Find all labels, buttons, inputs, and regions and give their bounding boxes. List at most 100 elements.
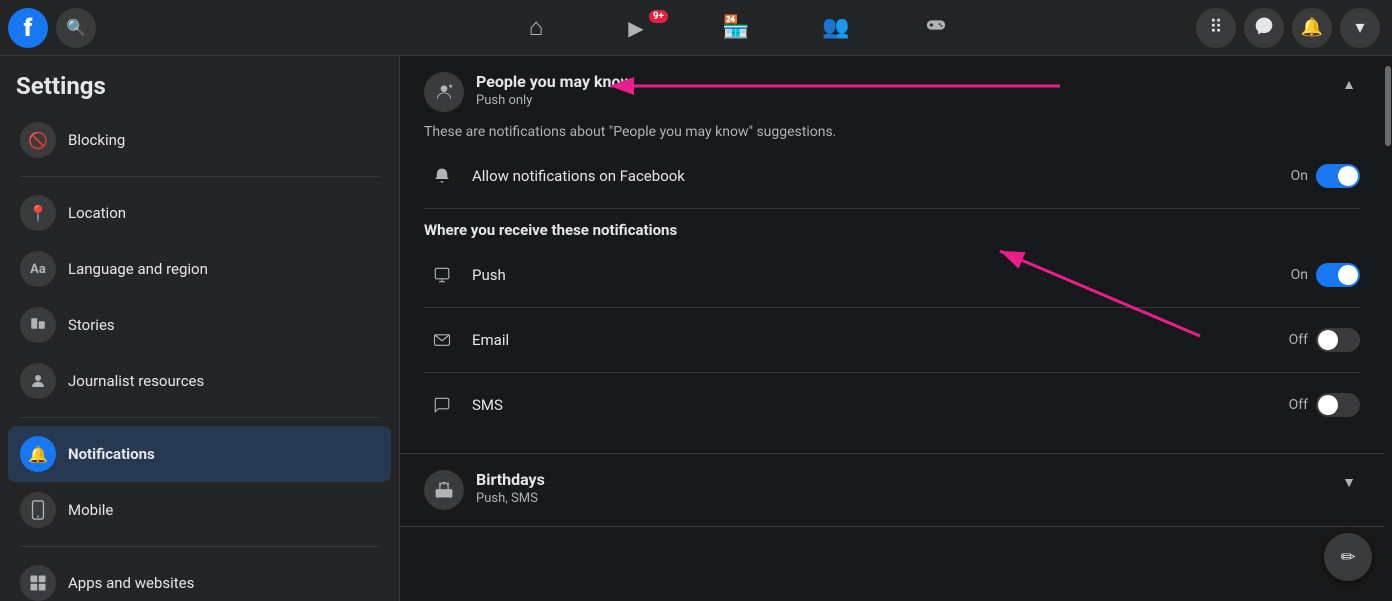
marketplace-icon: 🏪 bbox=[722, 15, 749, 40]
watch-badge: 9+ bbox=[649, 10, 668, 23]
body-layout: Settings 🚫 Blocking 📍 Location Aa Langua… bbox=[0, 56, 1392, 601]
blocking-icon: 🚫 bbox=[20, 122, 56, 158]
sidebar-item-location-label: Location bbox=[68, 204, 126, 222]
messenger-icon bbox=[1254, 16, 1274, 40]
email-icon bbox=[424, 322, 460, 358]
notifications-button[interactable]: 🔔 bbox=[1292, 8, 1332, 48]
toggle-sms: SMS Off bbox=[424, 373, 1360, 437]
sidebar-item-stories[interactable]: Stories bbox=[8, 297, 391, 353]
section-subtitle-people: Push only bbox=[476, 93, 632, 108]
grid-icon: ⠿ bbox=[1209, 17, 1222, 38]
sidebar-item-notifications[interactable]: 🔔 Notifications bbox=[8, 426, 391, 482]
section-header-left: People you may know Push only bbox=[424, 72, 632, 112]
section-birthdays: Birthdays Push, SMS ▼ bbox=[400, 454, 1384, 527]
nav-home[interactable]: ⌂ bbox=[488, 4, 584, 52]
toggle-email-right: Off bbox=[1289, 328, 1360, 352]
nav-marketplace[interactable]: 🏪 bbox=[688, 4, 784, 52]
language-icon: Aa bbox=[20, 251, 56, 287]
sidebar-item-apps[interactable]: Apps and websites bbox=[8, 555, 391, 601]
email-label: Email bbox=[472, 331, 509, 349]
scrollbar-thumb[interactable] bbox=[1385, 66, 1391, 146]
sidebar-item-blocking-label: Blocking bbox=[68, 131, 125, 149]
sidebar-item-stories-label: Stories bbox=[68, 316, 115, 334]
sidebar-item-mobile-label: Mobile bbox=[68, 501, 113, 519]
chevron-down-icon: ▾ bbox=[1355, 17, 1364, 38]
notifications-icon: 🔔 bbox=[20, 436, 56, 472]
sidebar-item-language-label: Language and region bbox=[68, 260, 208, 278]
toggle-email-left: Email bbox=[424, 322, 509, 358]
birthday-title-block: Birthdays Push, SMS bbox=[476, 470, 545, 506]
sidebar-item-journalist-label: Journalist resources bbox=[68, 372, 204, 390]
toggle-push-left: Push bbox=[424, 257, 506, 293]
section-title-block: People you may know Push only bbox=[476, 72, 632, 108]
apps-icon bbox=[20, 565, 56, 601]
section-people-you-may-know: People you may know Push only ▲ These ar… bbox=[400, 56, 1384, 454]
section-title-birthdays: Birthdays bbox=[476, 470, 545, 489]
push-icon bbox=[424, 257, 460, 293]
edit-icon: ✏ bbox=[1340, 547, 1355, 568]
stories-icon bbox=[20, 307, 56, 343]
allow-notifications-toggle[interactable] bbox=[1316, 164, 1360, 188]
sidebar-item-blocking[interactable]: 🚫 Blocking bbox=[8, 112, 391, 168]
toggle-allow-left: Allow notifications on Facebook bbox=[424, 158, 685, 194]
section-description: These are notifications about "People yo… bbox=[424, 124, 1360, 140]
push-status: On bbox=[1291, 267, 1308, 283]
main-content: People you may know Push only ▲ These ar… bbox=[400, 56, 1384, 601]
toggle-push: Push On bbox=[424, 243, 1360, 308]
sms-label: SMS bbox=[472, 396, 503, 414]
sidebar-item-mobile[interactable]: Mobile bbox=[8, 482, 391, 538]
toggle-allow-notifications: Allow notifications on Facebook On bbox=[424, 144, 1360, 209]
push-label: Push bbox=[472, 266, 506, 284]
sidebar-item-notifications-label: Notifications bbox=[68, 445, 155, 463]
section-collapse-button[interactable]: ▲ bbox=[1338, 72, 1360, 97]
toggle-push-right: On bbox=[1291, 263, 1360, 287]
divider-2 bbox=[20, 417, 379, 418]
gaming-icon bbox=[925, 14, 947, 41]
sidebar-item-journalist[interactable]: Journalist resources bbox=[8, 353, 391, 409]
sms-icon bbox=[424, 387, 460, 423]
fab-edit-button[interactable]: ✏ bbox=[1324, 533, 1372, 581]
nav-gaming[interactable] bbox=[888, 4, 984, 52]
menu-button[interactable]: ⠿ bbox=[1196, 8, 1236, 48]
sidebar: Settings 🚫 Blocking 📍 Location Aa Langua… bbox=[0, 56, 400, 601]
nav-groups[interactable]: 👥 bbox=[788, 4, 884, 52]
birthday-section-expand-button[interactable]: ▼ bbox=[1338, 470, 1360, 495]
email-toggle[interactable] bbox=[1316, 328, 1360, 352]
nav-watch[interactable]: ▶ 9+ bbox=[588, 4, 684, 52]
section-subtitle-birthdays: Push, SMS bbox=[476, 491, 545, 506]
section-header-birthdays[interactable]: Birthdays Push, SMS ▼ bbox=[424, 470, 1360, 510]
push-toggle[interactable] bbox=[1316, 263, 1360, 287]
sms-status: Off bbox=[1289, 397, 1308, 413]
divider-1 bbox=[20, 176, 379, 177]
section-title-people: People you may know bbox=[476, 72, 632, 91]
groups-icon: 👥 bbox=[822, 15, 849, 40]
topnav-center: ⌂ ▶ 9+ 🏪 👥 bbox=[360, 4, 1112, 52]
location-icon: 📍 bbox=[20, 195, 56, 231]
toggle-sms-right: Off bbox=[1289, 393, 1360, 417]
sms-toggle[interactable] bbox=[1316, 393, 1360, 417]
where-label: Where you receive these notifications bbox=[424, 221, 1360, 239]
search-button[interactable]: 🔍 bbox=[56, 8, 96, 48]
facebook-logo[interactable]: f bbox=[8, 8, 48, 48]
journalist-icon bbox=[20, 363, 56, 399]
bell-row-icon bbox=[424, 158, 460, 194]
topnav: f 🔍 ⌂ ▶ 9+ 🏪 👥 bbox=[0, 0, 1392, 56]
topnav-left: f 🔍 bbox=[0, 8, 360, 48]
sidebar-item-location[interactable]: 📍 Location bbox=[8, 185, 391, 241]
sidebar-title: Settings bbox=[8, 72, 391, 112]
messenger-button[interactable] bbox=[1244, 8, 1284, 48]
toggle-sms-left: SMS bbox=[424, 387, 503, 423]
toggle-allow-right: On bbox=[1291, 164, 1360, 188]
email-status: Off bbox=[1289, 332, 1308, 348]
mobile-icon bbox=[20, 492, 56, 528]
bell-icon: 🔔 bbox=[1301, 17, 1323, 38]
allow-status: On bbox=[1291, 168, 1308, 184]
home-icon: ⌂ bbox=[529, 13, 544, 42]
sidebar-item-language[interactable]: Aa Language and region bbox=[8, 241, 391, 297]
scrollbar[interactable] bbox=[1384, 56, 1392, 601]
allow-notifications-label: Allow notifications on Facebook bbox=[472, 167, 685, 185]
section-birthdays-left: Birthdays Push, SMS bbox=[424, 470, 545, 510]
section-header-people[interactable]: People you may know Push only ▲ bbox=[424, 72, 1360, 112]
account-button[interactable]: ▾ bbox=[1340, 8, 1380, 48]
toggle-email: Email Off bbox=[424, 308, 1360, 373]
